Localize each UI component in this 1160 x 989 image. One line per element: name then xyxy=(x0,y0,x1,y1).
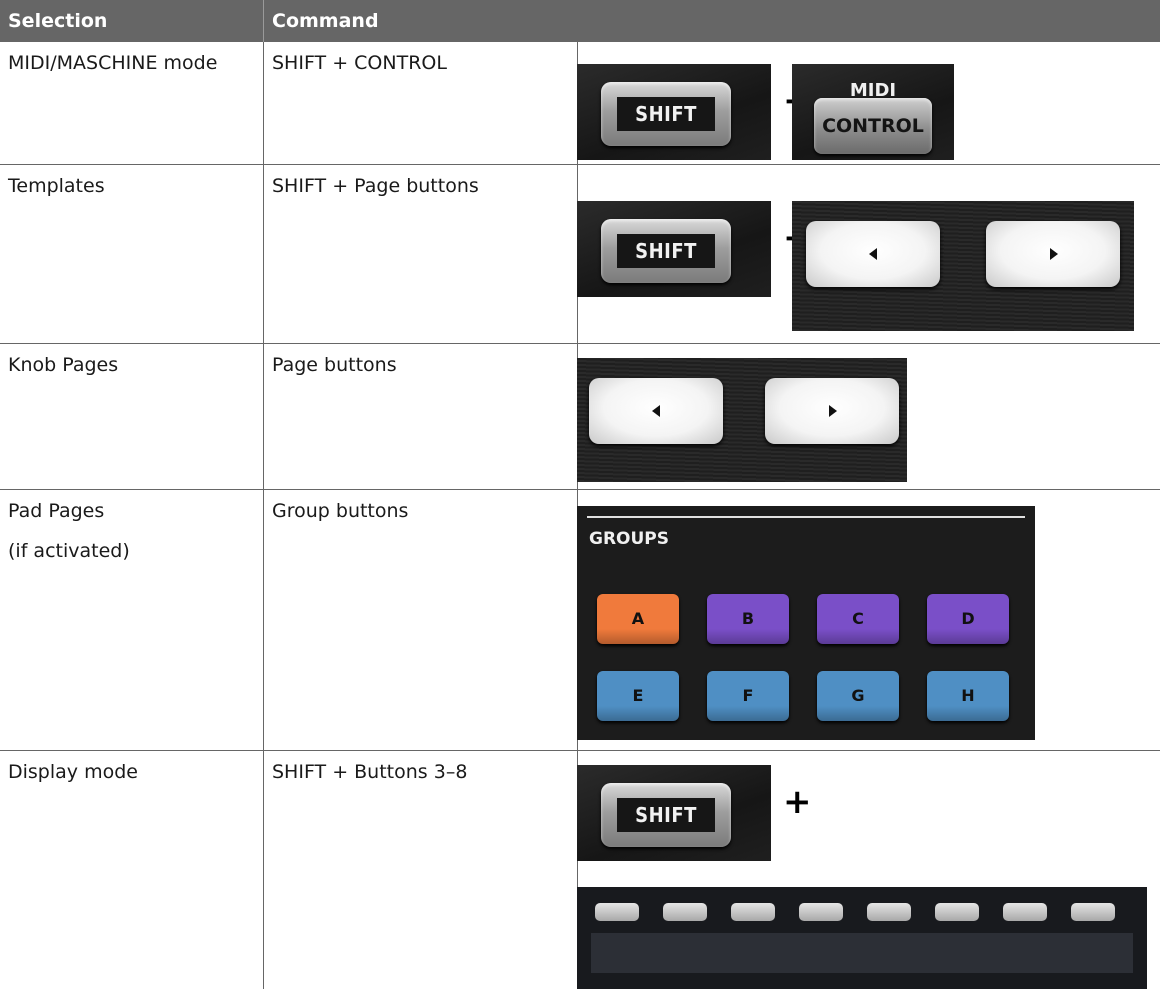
shift-label: SHIFT xyxy=(617,798,715,832)
table-row: Knob Pages Page buttons xyxy=(0,344,1160,490)
display-buttons-image xyxy=(577,887,1147,989)
selection-cell: Templates xyxy=(8,175,105,197)
selection-cell: Knob Pages xyxy=(8,354,119,376)
selection-cell: Pad Pages (if activated) xyxy=(0,490,263,750)
shift-button-image: SHIFT xyxy=(577,765,771,861)
command-cell: SHIFT + Buttons 3–8 xyxy=(263,751,577,989)
selection-text: Pad Pages xyxy=(8,500,105,522)
group-pad-e: E xyxy=(597,671,679,721)
page-left-button xyxy=(589,378,723,444)
image-cell: SHIFT + xyxy=(577,751,1160,989)
display-button xyxy=(867,903,911,921)
group-pad-d: D xyxy=(927,594,1009,644)
selection-cell: Display mode xyxy=(8,761,138,783)
image-cell: SHIFT + MIDI CONTROL xyxy=(577,42,1160,164)
table-row: Pad Pages (if activated) Group buttons G… xyxy=(0,490,1160,751)
groups-label: GROUPS xyxy=(589,529,670,549)
shift-label: SHIFT xyxy=(617,234,715,268)
page-right-button xyxy=(765,378,899,444)
display-button xyxy=(1003,903,1047,921)
display-button xyxy=(1071,903,1115,921)
page-buttons-image xyxy=(577,358,907,482)
shift-button: SHIFT xyxy=(601,82,731,146)
shortcut-table: Selection Command MIDI/MASCHINE mode SHI… xyxy=(0,0,1160,989)
selection-cell: MIDI/MASCHINE mode xyxy=(8,52,218,74)
arrow-left-icon xyxy=(652,405,660,417)
header-command: Command xyxy=(263,0,1160,42)
image-cell: GROUPS ABCD EFGH xyxy=(577,490,1160,750)
table-row: MIDI/MASCHINE mode SHIFT + CONTROL SHIFT… xyxy=(0,42,1160,165)
image-cell xyxy=(577,344,1160,489)
display-screen xyxy=(591,933,1133,973)
shift-button: SHIFT xyxy=(601,783,731,847)
shift-button: SHIFT xyxy=(601,219,731,283)
arrow-left-icon xyxy=(869,248,877,260)
page-buttons-image xyxy=(792,201,1134,331)
page-left-button xyxy=(806,221,940,287)
table-row: Templates SHIFT + Page buttons SHIFT + xyxy=(0,165,1160,344)
group-pad-a: A xyxy=(597,594,679,644)
command-cell: Group buttons xyxy=(263,490,577,750)
group-pad-h: H xyxy=(927,671,1009,721)
arrow-right-icon xyxy=(829,405,837,417)
display-button xyxy=(663,903,707,921)
group-pad-g: G xyxy=(817,671,899,721)
command-cell: Page buttons xyxy=(263,344,577,489)
selection-note: (if activated) xyxy=(8,540,130,562)
shift-button-image: SHIFT xyxy=(577,201,771,297)
groups-rule xyxy=(587,516,1025,518)
image-cell: SHIFT + xyxy=(577,165,1160,343)
group-pad-f: F xyxy=(707,671,789,721)
display-button xyxy=(731,903,775,921)
display-button xyxy=(595,903,639,921)
group-pad-c: C xyxy=(817,594,899,644)
plus-sign: + xyxy=(783,782,812,822)
display-button xyxy=(799,903,843,921)
command-cell: SHIFT + Page buttons xyxy=(263,165,577,343)
group-pad-b: B xyxy=(707,594,789,644)
header-selection: Selection xyxy=(0,0,263,42)
table-row: Display mode SHIFT + Buttons 3–8 SHIFT + xyxy=(0,751,1160,989)
control-button-image: MIDI CONTROL xyxy=(792,64,954,160)
display-button xyxy=(935,903,979,921)
group-buttons-image: GROUPS ABCD EFGH xyxy=(577,506,1035,740)
command-cell: SHIFT + CONTROL xyxy=(263,42,577,164)
shift-button-image: SHIFT xyxy=(577,64,771,160)
page-right-button xyxy=(986,221,1120,287)
shift-label: SHIFT xyxy=(617,97,715,131)
control-button: CONTROL xyxy=(814,98,932,154)
arrow-right-icon xyxy=(1050,248,1058,260)
